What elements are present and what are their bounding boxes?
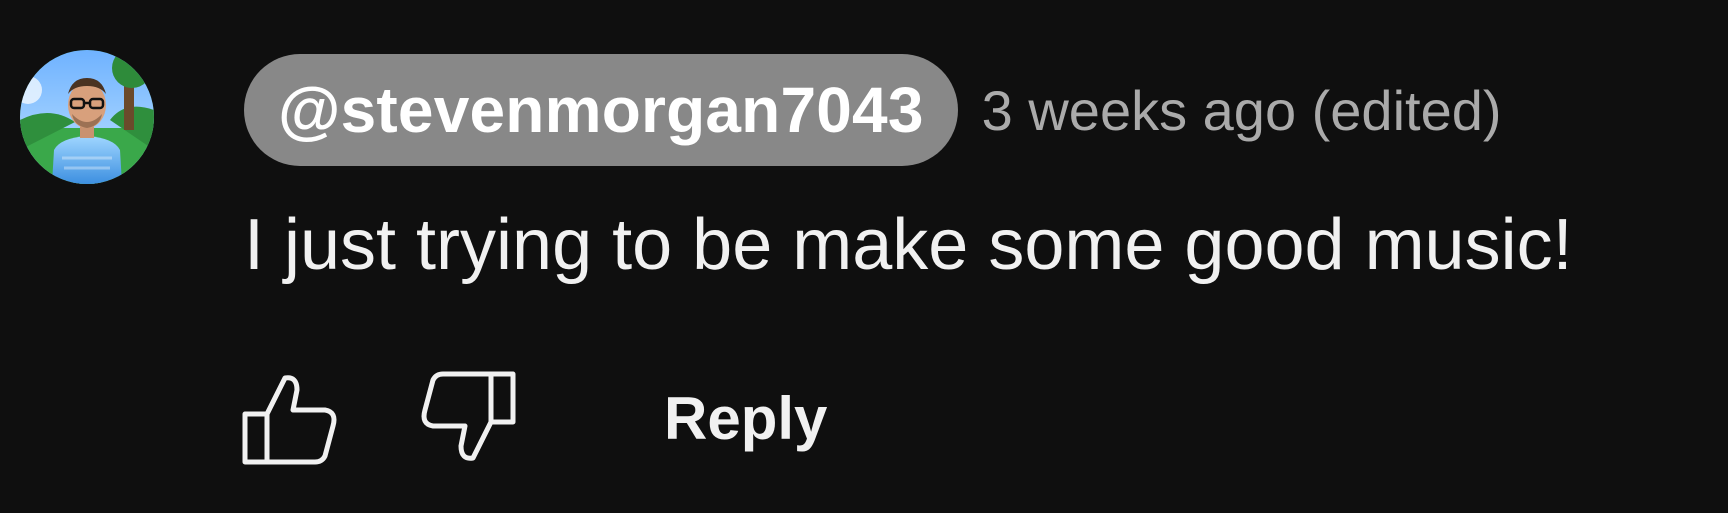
thumbs-up-icon xyxy=(242,375,337,465)
reply-button[interactable]: Reply xyxy=(664,368,827,468)
like-button[interactable] xyxy=(234,368,344,468)
comment-thread: @stevenmorgan7043 3 weeks ago (edited) I… xyxy=(0,0,1728,513)
dislike-button[interactable] xyxy=(414,368,524,468)
avatar-icon xyxy=(20,50,154,184)
comment-text: I just trying to be make some good music… xyxy=(244,205,1573,285)
author-name[interactable]: @stevenmorgan7043 xyxy=(244,54,958,166)
comment-header: @stevenmorgan7043 3 weeks ago (edited) xyxy=(244,54,1502,166)
comment-timestamp[interactable]: 3 weeks ago (edited) xyxy=(982,78,1502,143)
comment-actions: Reply xyxy=(234,368,827,468)
avatar[interactable] xyxy=(20,50,154,184)
thumbs-down-icon xyxy=(421,371,516,461)
